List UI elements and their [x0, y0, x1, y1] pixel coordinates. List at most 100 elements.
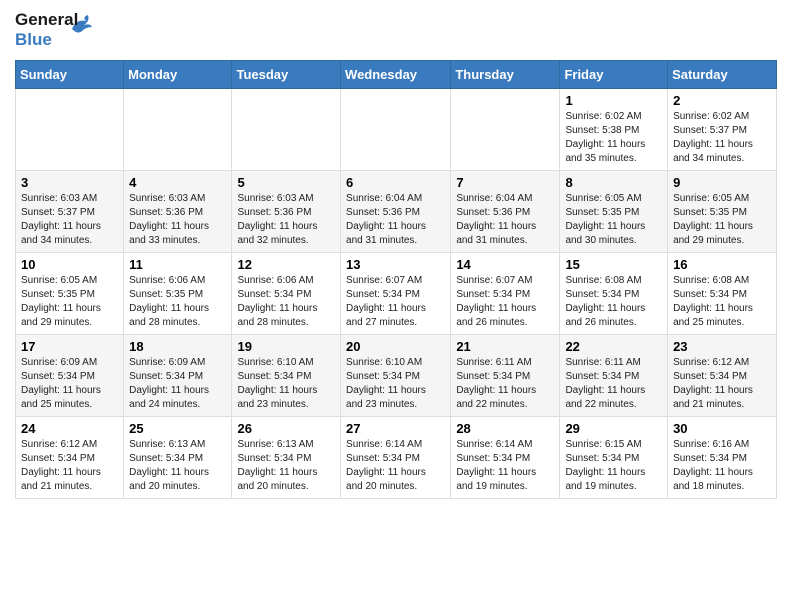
header: General Blue	[15, 10, 777, 52]
calendar-cell: 9Sunrise: 6:05 AM Sunset: 5:35 PM Daylig…	[668, 171, 777, 253]
day-info: Sunrise: 6:05 AM Sunset: 5:35 PM Dayligh…	[673, 192, 771, 248]
calendar-cell: 28 Sunrise: 6:14 AM Sunset: 5:34 PM Dayli…	[451, 417, 560, 499]
calendar-cell: 19 Sunrise: 6:10 AM Sunset: 5:34 PM Dayli…	[232, 335, 341, 417]
calendar-cell: 12Sunrise: 6:06 AM Sunset: 5:34 PM Dayli…	[232, 253, 341, 335]
weekday-header-tuesday: Tuesday	[232, 61, 341, 89]
calendar-cell: 22 Sunrise: 6:11 AM Sunset: 5:34 PM Dayli…	[560, 335, 668, 417]
day-number: 11	[129, 257, 226, 272]
day-info: Sunrise: 6:09 AM Sunset: 5:34 PM Dayligh…	[21, 356, 118, 412]
day-info: Sunrise: 6:13 AM Sunset: 5:34 PM Dayligh…	[129, 438, 226, 494]
weekday-header-sunday: Sunday	[16, 61, 124, 89]
day-info: Sunrise: 6:03 AM Sunset: 5:36 PM Dayligh…	[237, 192, 335, 248]
day-info: Sunrise: 6:10 AM Sunset: 5:34 PM Dayligh…	[237, 356, 335, 412]
calendar-cell: 7 Sunrise: 6:04 AM Sunset: 5:36 PM Daylig…	[451, 171, 560, 253]
day-number: 24	[21, 421, 118, 436]
day-number: 27	[346, 421, 445, 436]
week-row-3: 17 Sunrise: 6:09 AM Sunset: 5:34 PM Dayli…	[16, 335, 777, 417]
calendar-cell: 3Sunrise: 6:03 AM Sunset: 5:37 PM Daylig…	[16, 171, 124, 253]
calendar-cell: 10 Sunrise: 6:05 AM Sunset: 5:35 PM Dayli…	[16, 253, 124, 335]
day-number: 4	[129, 175, 226, 190]
day-number: 29	[565, 421, 662, 436]
day-number: 18	[129, 339, 226, 354]
day-number: 23	[673, 339, 771, 354]
day-info: Sunrise: 6:07 AM Sunset: 5:34 PM Dayligh…	[456, 274, 554, 330]
calendar-cell: 14 Sunrise: 6:07 AM Sunset: 5:34 PM Dayli…	[451, 253, 560, 335]
weekday-header-thursday: Thursday	[451, 61, 560, 89]
calendar-cell: 23 Sunrise: 6:12 AM Sunset: 5:34 PM Dayli…	[668, 335, 777, 417]
calendar-table: SundayMondayTuesdayWednesdayThursdayFrid…	[15, 60, 777, 499]
day-number: 21	[456, 339, 554, 354]
day-info: Sunrise: 6:13 AM Sunset: 5:34 PM Dayligh…	[237, 438, 335, 494]
day-info: Sunrise: 6:09 AM Sunset: 5:34 PM Dayligh…	[129, 356, 226, 412]
weekday-header-saturday: Saturday	[668, 61, 777, 89]
day-number: 14	[456, 257, 554, 272]
day-number: 22	[565, 339, 662, 354]
calendar-cell: 8Sunrise: 6:05 AM Sunset: 5:35 PM Daylig…	[560, 171, 668, 253]
day-number: 6	[346, 175, 445, 190]
day-number: 16	[673, 257, 771, 272]
day-info: Sunrise: 6:10 AM Sunset: 5:34 PM Dayligh…	[346, 356, 445, 412]
calendar-cell: 1Sunrise: 6:02 AM Sunset: 5:38 PM Daylig…	[560, 89, 668, 171]
day-number: 8	[565, 175, 662, 190]
page: General Blue SundayMondayTuesdayWednesda…	[0, 0, 792, 612]
day-info: Sunrise: 6:12 AM Sunset: 5:34 PM Dayligh…	[21, 438, 118, 494]
calendar-cell: 5Sunrise: 6:03 AM Sunset: 5:36 PM Daylig…	[232, 171, 341, 253]
weekday-header-monday: Monday	[124, 61, 232, 89]
day-info: Sunrise: 6:07 AM Sunset: 5:34 PM Dayligh…	[346, 274, 445, 330]
day-info: Sunrise: 6:08 AM Sunset: 5:34 PM Dayligh…	[565, 274, 662, 330]
calendar-cell	[341, 89, 451, 171]
calendar-cell: 6 Sunrise: 6:04 AM Sunset: 5:36 PM Daylig…	[341, 171, 451, 253]
week-row-4: 24 Sunrise: 6:12 AM Sunset: 5:34 PM Dayli…	[16, 417, 777, 499]
day-info: Sunrise: 6:03 AM Sunset: 5:36 PM Dayligh…	[129, 192, 226, 248]
day-info: Sunrise: 6:04 AM Sunset: 5:36 PM Dayligh…	[456, 192, 554, 248]
calendar-cell: 13 Sunrise: 6:07 AM Sunset: 5:34 PM Dayli…	[341, 253, 451, 335]
day-info: Sunrise: 6:05 AM Sunset: 5:35 PM Dayligh…	[21, 274, 118, 330]
day-info: Sunrise: 6:02 AM Sunset: 5:37 PM Dayligh…	[673, 110, 771, 166]
week-row-1: 3Sunrise: 6:03 AM Sunset: 5:37 PM Daylig…	[16, 171, 777, 253]
calendar-cell: 11Sunrise: 6:06 AM Sunset: 5:35 PM Dayli…	[124, 253, 232, 335]
calendar-cell: 26 Sunrise: 6:13 AM Sunset: 5:34 PM Dayli…	[232, 417, 341, 499]
day-info: Sunrise: 6:04 AM Sunset: 5:36 PM Dayligh…	[346, 192, 445, 248]
calendar-cell: 15 Sunrise: 6:08 AM Sunset: 5:34 PM Dayli…	[560, 253, 668, 335]
day-info: Sunrise: 6:14 AM Sunset: 5:34 PM Dayligh…	[346, 438, 445, 494]
calendar-cell: 17 Sunrise: 6:09 AM Sunset: 5:34 PM Dayli…	[16, 335, 124, 417]
calendar-cell: 30 Sunrise: 6:16 AM Sunset: 5:34 PM Dayli…	[668, 417, 777, 499]
day-number: 1	[565, 93, 662, 108]
day-number: 28	[456, 421, 554, 436]
calendar-cell: 2 Sunrise: 6:02 AM Sunset: 5:37 PM Daylig…	[668, 89, 777, 171]
day-number: 15	[565, 257, 662, 272]
day-number: 2	[673, 93, 771, 108]
day-info: Sunrise: 6:14 AM Sunset: 5:34 PM Dayligh…	[456, 438, 554, 494]
week-row-0: 1Sunrise: 6:02 AM Sunset: 5:38 PM Daylig…	[16, 89, 777, 171]
day-info: Sunrise: 6:11 AM Sunset: 5:34 PM Dayligh…	[565, 356, 662, 412]
day-info: Sunrise: 6:11 AM Sunset: 5:34 PM Dayligh…	[456, 356, 554, 412]
calendar-cell: 20 Sunrise: 6:10 AM Sunset: 5:34 PM Dayli…	[341, 335, 451, 417]
day-number: 20	[346, 339, 445, 354]
week-row-2: 10 Sunrise: 6:05 AM Sunset: 5:35 PM Dayli…	[16, 253, 777, 335]
day-number: 3	[21, 175, 118, 190]
day-number: 10	[21, 257, 118, 272]
day-info: Sunrise: 6:16 AM Sunset: 5:34 PM Dayligh…	[673, 438, 771, 494]
weekday-header-wednesday: Wednesday	[341, 61, 451, 89]
calendar-cell: 24 Sunrise: 6:12 AM Sunset: 5:34 PM Dayli…	[16, 417, 124, 499]
day-number: 19	[237, 339, 335, 354]
calendar-cell: 25Sunrise: 6:13 AM Sunset: 5:34 PM Dayli…	[124, 417, 232, 499]
calendar-cell: 29Sunrise: 6:15 AM Sunset: 5:34 PM Dayli…	[560, 417, 668, 499]
day-info: Sunrise: 6:08 AM Sunset: 5:34 PM Dayligh…	[673, 274, 771, 330]
calendar-cell: 4 Sunrise: 6:03 AM Sunset: 5:36 PM Daylig…	[124, 171, 232, 253]
day-number: 17	[21, 339, 118, 354]
calendar-cell	[124, 89, 232, 171]
day-number: 7	[456, 175, 554, 190]
logo: General Blue	[15, 10, 96, 52]
calendar-cell	[232, 89, 341, 171]
day-info: Sunrise: 6:06 AM Sunset: 5:34 PM Dayligh…	[237, 274, 335, 330]
day-number: 13	[346, 257, 445, 272]
calendar-cell: 16 Sunrise: 6:08 AM Sunset: 5:34 PM Dayli…	[668, 253, 777, 335]
calendar-cell: 21 Sunrise: 6:11 AM Sunset: 5:34 PM Dayli…	[451, 335, 560, 417]
day-info: Sunrise: 6:12 AM Sunset: 5:34 PM Dayligh…	[673, 356, 771, 412]
day-number: 30	[673, 421, 771, 436]
calendar-cell: 18 Sunrise: 6:09 AM Sunset: 5:34 PM Dayli…	[124, 335, 232, 417]
calendar-cell	[451, 89, 560, 171]
day-number: 26	[237, 421, 335, 436]
calendar-cell	[16, 89, 124, 171]
